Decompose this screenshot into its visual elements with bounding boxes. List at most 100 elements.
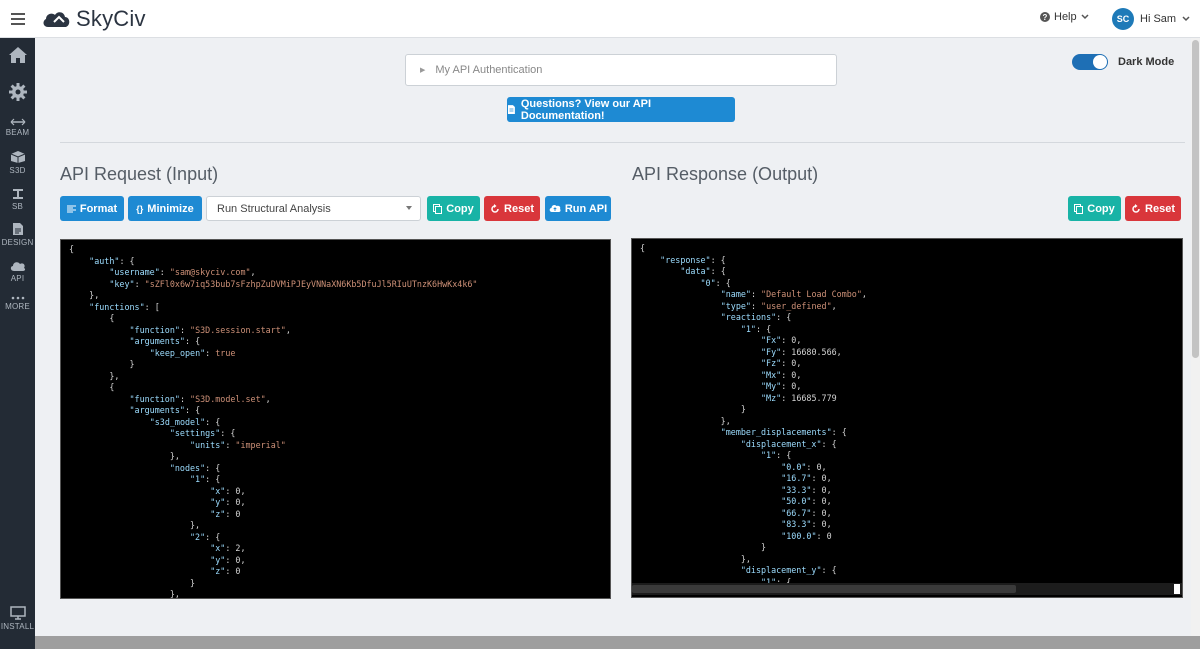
code-line: "data": {: [680, 266, 726, 276]
code-line: "z": 0: [210, 566, 241, 576]
help-menu[interactable]: ? Help: [1040, 11, 1089, 23]
help-label: Help: [1054, 11, 1077, 23]
code-line: "1": {: [740, 323, 772, 334]
minimize-label: Minimize: [147, 202, 194, 215]
code-line: },: [69, 370, 120, 381]
copy-label: Copy: [446, 202, 474, 215]
run-api-label: Run API: [564, 202, 608, 215]
code-line: "s3d_model": {: [149, 416, 221, 427]
api-authentication-panel[interactable]: ▶ My API Authentication: [405, 54, 837, 86]
request-copy-button[interactable]: Copy: [427, 196, 480, 221]
section-icon: [12, 189, 23, 199]
api-documentation-button[interactable]: Questions? View our API Documentation!: [507, 97, 735, 122]
avatar: SC: [1112, 8, 1134, 30]
sidebar-label: MORE: [5, 302, 30, 311]
code-line: "x": 2,: [210, 543, 246, 553]
code-line: "units": "imperial": [190, 439, 286, 450]
copy-icon: [1074, 203, 1084, 214]
gear-icon: [8, 83, 27, 101]
code-line: },: [69, 451, 180, 461]
code-line: "key": "sZFl0x6w7iq53bub7sFzhpZuDVMiPJEy…: [109, 278, 478, 289]
code-line: "reactions": {: [720, 312, 792, 322]
code-line: },: [640, 553, 751, 564]
scrollbar-end: [1174, 584, 1180, 594]
code-line: },: [69, 589, 180, 599]
code-line: "y": 0,: [210, 554, 246, 565]
response-horizontal-scrollbar[interactable]: [632, 583, 1182, 595]
sidebar-label: S3D: [9, 166, 26, 175]
sidebar-item-beam[interactable]: BEAM: [0, 118, 35, 137]
menu-icon[interactable]: [0, 0, 35, 38]
code-line: "settings": {: [169, 428, 236, 438]
auth-label: My API Authentication: [435, 64, 543, 76]
response-copy-button[interactable]: Copy: [1068, 196, 1121, 221]
response-reset-button[interactable]: Reset: [1125, 196, 1181, 221]
sidebar-item-home[interactable]: [0, 46, 35, 64]
response-title: API Response (Output): [632, 164, 819, 184]
copy-icon: [433, 203, 443, 214]
code-line: }: [640, 404, 746, 414]
code-line: "arguments": {: [129, 405, 201, 415]
reset-label: Reset: [1145, 202, 1175, 215]
minimize-button[interactable]: {} Minimize: [128, 196, 202, 221]
request-code-editor[interactable]: { "auth": { "username": "sam@skyciv.com"…: [60, 239, 611, 599]
code-line: "50.0": 0,: [781, 496, 832, 506]
copy-label: Copy: [1087, 202, 1115, 215]
sidebar-item-sb[interactable]: SB: [0, 188, 35, 211]
document-icon: [12, 223, 23, 235]
chevron-down-icon: [1182, 16, 1190, 22]
refresh-icon: [1132, 203, 1140, 213]
align-left-icon: [66, 205, 76, 212]
code-line: "33.3": 0,: [781, 484, 832, 495]
code-line: "functions": [: [89, 301, 160, 312]
sidebar-item-more[interactable]: MORE: [0, 296, 35, 311]
scrollbar-thumb[interactable]: [632, 585, 1016, 593]
code-line: {: [69, 313, 115, 323]
response-code-editor[interactable]: { "response": { "data": { "0": { "name":…: [631, 238, 1183, 598]
brand-name: SkyCiv: [76, 6, 146, 31]
sidebar-item-s3d[interactable]: S3D: [0, 150, 35, 175]
page-horizontal-scrollbar[interactable]: [35, 636, 1200, 649]
sidebar-item-api[interactable]: API: [0, 260, 35, 283]
code-line: "z": 0: [210, 508, 241, 519]
code-line: {: [69, 244, 75, 254]
code-line: "100.0": 0: [781, 530, 832, 541]
code-line: "Mx": 0,: [761, 369, 802, 380]
sidebar-item-install[interactable]: INSTALL: [0, 606, 35, 631]
code-line: {: [640, 243, 646, 253]
code-line: "displacement_y": {: [740, 565, 837, 575]
braces-icon: {}: [136, 203, 144, 214]
format-button[interactable]: Format: [60, 196, 124, 221]
reset-label: Reset: [504, 202, 534, 215]
skyciv-logo[interactable]: SkyCiv: [42, 6, 146, 32]
page-vertical-scrollbar[interactable]: [1191, 38, 1200, 636]
sidebar-label: SB: [11, 202, 24, 211]
code-line: "Fy": 16680.566,: [761, 346, 842, 357]
request-reset-button[interactable]: Reset: [484, 196, 540, 221]
api-documentation-label: Questions? View our API Documentation!: [520, 97, 652, 122]
sidebar-item-design[interactable]: DESIGN: [0, 222, 35, 247]
code-line: "x": 0,: [210, 485, 246, 496]
code-line: "0": {: [700, 277, 731, 288]
code-line: "member_displacements": {: [720, 427, 847, 437]
cloud-upload-icon: [549, 204, 561, 212]
code-line: {: [69, 382, 115, 392]
sidebar-label: API: [10, 274, 25, 283]
code-line: "1": {: [761, 450, 792, 460]
function-select[interactable]: Run Structural Analysis: [206, 196, 421, 221]
scrollbar-thumb[interactable]: [1192, 40, 1199, 358]
code-line: "function": "S3D.session.start",: [129, 324, 291, 335]
code-line: "keep_open": true: [149, 347, 236, 358]
cube-icon: [10, 151, 25, 163]
home-icon: [8, 47, 27, 63]
code-line: "16.7": 0,: [781, 473, 832, 483]
cloud-logo-icon: [43, 12, 70, 27]
divider: [60, 142, 1185, 143]
code-line: "auth": {: [89, 255, 135, 266]
code-line: },: [640, 415, 731, 426]
sidebar-item-settings[interactable]: [0, 82, 35, 102]
user-menu[interactable]: SC Hi Sam: [1112, 8, 1190, 30]
run-api-button[interactable]: Run API: [545, 196, 611, 221]
dark-mode-toggle[interactable]: [1072, 54, 1108, 70]
code-line: },: [69, 520, 201, 530]
